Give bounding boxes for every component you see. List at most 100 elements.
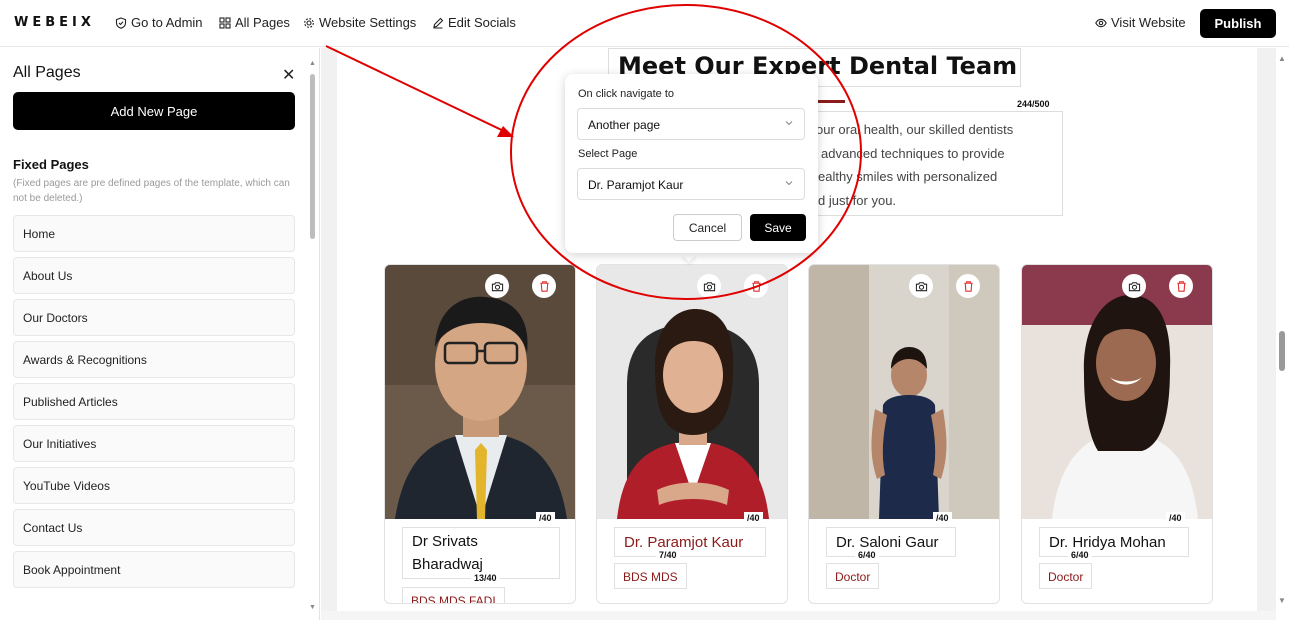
page-item-our-initiatives[interactable]: Our Initiatives	[13, 425, 295, 462]
page-item-published-articles[interactable]: Published Articles	[13, 383, 295, 420]
edit-socials-label: Edit Socials	[448, 15, 516, 30]
doctor-name-line: Dr Srivats	[412, 533, 478, 550]
fixed-pages-note: (Fixed pages are pre defined pages of th…	[13, 178, 290, 204]
doctor-photo[interactable]	[597, 265, 787, 519]
paragraph-char-counter: 244/500	[1014, 98, 1053, 110]
sidebar-scroll-thumb[interactable]	[310, 74, 315, 239]
horizontal-scrollbar[interactable]	[321, 611, 1276, 620]
gear-icon	[304, 17, 314, 28]
doctor-photo[interactable]	[1022, 265, 1212, 519]
chevron-down-icon	[785, 121, 793, 126]
page-item-home[interactable]: Home	[13, 215, 295, 252]
doctor-name-field[interactable]: Dr. Paramjot Kaur	[614, 527, 766, 557]
paragraph-line: advanced techniques to provide	[821, 146, 1005, 161]
pages-sidebar: All Pages ✕ Add New Page Fixed Pages (Fi…	[0, 48, 320, 620]
doctor-tag-field[interactable]: BDS MDS FADI	[402, 587, 505, 603]
pencil-icon	[433, 17, 444, 28]
doctor-tag-field[interactable]: BDS MDS	[614, 563, 687, 589]
doctor-tag-field[interactable]: Doctor	[826, 563, 880, 589]
doctor-card: /40 Dr. Hridya Mohan 6/40 Doctor	[1021, 264, 1213, 604]
app-window: WEBEIX Go to Admin All Pages Website Set…	[0, 0, 1289, 620]
trash-icon[interactable]	[956, 274, 980, 298]
edit-socials-link[interactable]: Edit Socials	[432, 15, 516, 30]
scroll-up-icon[interactable]: ▲	[309, 60, 316, 67]
go-to-admin-link[interactable]: Go to Admin	[115, 15, 203, 30]
camera-icon[interactable]	[909, 274, 933, 298]
camera-icon[interactable]	[1122, 274, 1146, 298]
page-item-label: Home	[23, 226, 56, 241]
sidebar-scrollbar[interactable]: ▲ ▼	[309, 60, 316, 611]
scroll-down-icon[interactable]: ▼	[1278, 596, 1286, 605]
shield-icon	[115, 16, 127, 29]
grid-icon	[219, 16, 231, 29]
tag-char-counter: 6/40	[855, 549, 879, 561]
canvas-scroll-thumb[interactable]	[1279, 331, 1285, 371]
trash-icon[interactable]	[744, 274, 768, 298]
chevron-down-icon	[785, 181, 793, 186]
doctor-photo[interactable]	[385, 265, 575, 519]
heading-underline	[817, 100, 845, 103]
page-item-contact-us[interactable]: Contact Us	[13, 509, 295, 546]
name-char-counter: /40	[933, 512, 952, 524]
visit-website-link[interactable]: Visit Website	[1095, 15, 1186, 30]
page-item-youtube-videos[interactable]: YouTube Videos	[13, 467, 295, 504]
paragraph-line: our oral health, our skilled dentists	[816, 122, 1014, 137]
website-settings-link[interactable]: Website Settings	[303, 15, 416, 30]
scroll-up-icon[interactable]: ▲	[1278, 54, 1286, 63]
sidebar-title: All Pages	[13, 64, 81, 81]
doctor-card: /40 Dr. Saloni Gaur 6/40 Doctor	[808, 264, 1000, 604]
website-settings-label: Website Settings	[319, 15, 417, 30]
page-item-book-appointment[interactable]: Book Appointment	[13, 551, 295, 588]
camera-icon[interactable]	[697, 274, 721, 298]
all-pages-label: All Pages	[235, 15, 290, 30]
paragraph-line: d just for you.	[818, 193, 897, 208]
trash-icon[interactable]	[532, 274, 556, 298]
name-char-counter: /40	[744, 512, 763, 524]
navigate-select[interactable]: Another page	[577, 108, 805, 140]
doctor-photo[interactable]	[809, 265, 999, 519]
canvas-scrollbar[interactable]: ▲ ▼	[1276, 48, 1289, 612]
webeix-logo[interactable]: WEBEIX	[14, 15, 95, 30]
all-pages-link[interactable]: All Pages	[219, 15, 290, 30]
visit-website-label: Visit Website	[1111, 15, 1186, 30]
tag-char-counter: 7/40	[656, 549, 680, 561]
navigate-select-value: Another page	[588, 118, 661, 132]
doctor-card: /40 Dr. Paramjot Kaur 7/40 BDS MDS	[596, 264, 788, 604]
page-select-value: Dr. Paramjot Kaur	[588, 178, 684, 192]
page-item-our-doctors[interactable]: Our Doctors	[13, 299, 295, 336]
page-item-label: About Us	[23, 268, 73, 283]
publish-button[interactable]: Publish	[1200, 9, 1276, 38]
tag-char-counter: 13/40	[471, 572, 500, 584]
doctor-card: /40 Dr Srivats Bharadwaj 13/40 BDS MDS F…	[384, 264, 576, 604]
trash-icon[interactable]	[1169, 274, 1193, 298]
top-bar: WEBEIX Go to Admin All Pages Website Set…	[0, 0, 1289, 47]
doctor-tag-field[interactable]: Doctor	[1039, 563, 1093, 589]
navigate-label: On click navigate to	[578, 88, 674, 100]
page-select[interactable]: Dr. Paramjot Kaur	[577, 168, 805, 200]
tag-char-counter: 6/40	[1068, 549, 1092, 561]
page-item-label: Our Doctors	[23, 310, 88, 325]
cancel-button[interactable]: Cancel	[673, 214, 742, 241]
eye-icon	[1095, 18, 1107, 27]
save-button[interactable]: Save	[750, 214, 806, 241]
page-item-awards[interactable]: Awards & Recognitions	[13, 341, 295, 378]
doctor-name-field[interactable]: Dr. Hridya Mohan	[1039, 527, 1189, 557]
fixed-pages-title: Fixed Pages	[13, 157, 89, 172]
scroll-down-icon[interactable]: ▼	[309, 604, 316, 611]
name-char-counter: /40	[536, 512, 555, 524]
camera-icon[interactable]	[485, 274, 509, 298]
name-char-counter: /40	[1166, 512, 1185, 524]
close-icon[interactable]: ✕	[282, 65, 295, 85]
page-item-label: Contact Us	[23, 520, 83, 535]
select-page-label: Select Page	[578, 148, 638, 160]
add-new-page-button[interactable]: Add New Page	[13, 92, 295, 130]
doctor-name-field[interactable]: Dr. Saloni Gaur	[826, 527, 956, 557]
page-item-label: YouTube Videos	[23, 478, 110, 493]
page-item-label: Published Articles	[23, 394, 118, 409]
page-item-label: Book Appointment	[23, 562, 121, 577]
page-item-label: Awards & Recognitions	[23, 352, 147, 367]
link-popover: On click navigate to Another page Select…	[565, 74, 818, 253]
paragraph-line: ealthy smiles with personalized	[818, 169, 998, 184]
page-item-label: Our Initiatives	[23, 436, 97, 451]
page-item-about-us[interactable]: About Us	[13, 257, 295, 294]
